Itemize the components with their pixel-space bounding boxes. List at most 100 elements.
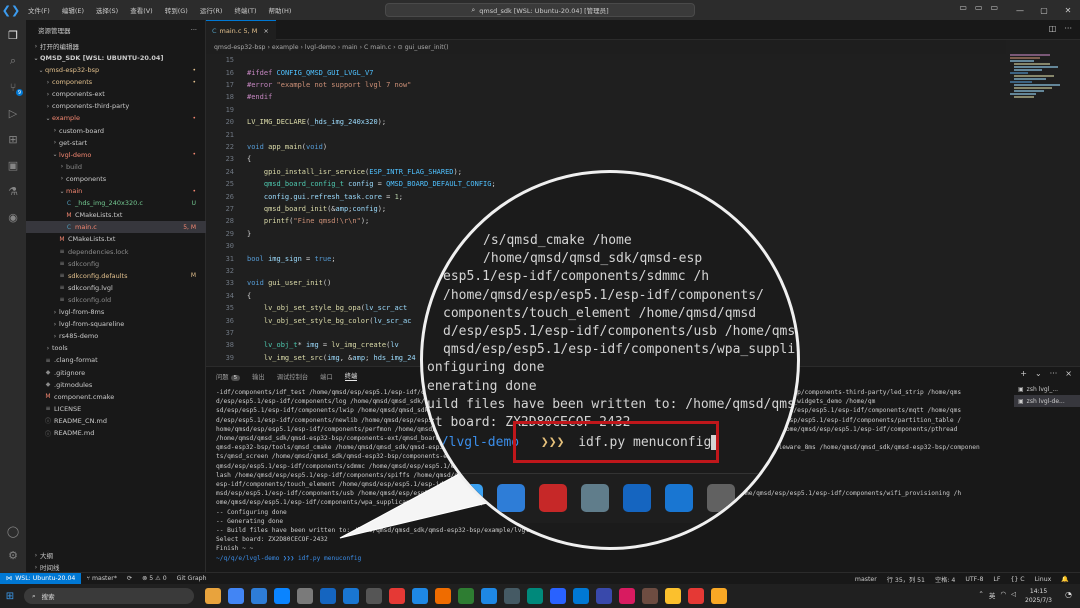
remote-indicator[interactable]: ⋈ WSL: Ubuntu-20.04 — [0, 572, 82, 585]
folder-item[interactable]: › tools — [26, 342, 206, 354]
breadcrumb[interactable]: qmsd-esp32-bsp › example › lvgl-demo › m… — [206, 40, 1006, 54]
menu-item[interactable]: 编辑(E) — [56, 5, 90, 15]
panel-tab[interactable]: 问题 5 — [216, 372, 241, 381]
git-graph-icon[interactable]: ◉ — [4, 208, 22, 226]
source-control-icon[interactable]: ⑂ 9 — [4, 78, 23, 96]
more-actions-icon[interactable]: ··· — [191, 26, 197, 34]
taskbar-app-icon[interactable] — [389, 588, 405, 604]
problems-status[interactable]: ⊗ 5 ⚠ 0 — [137, 575, 172, 582]
taskbar-app-icon[interactable] — [596, 588, 612, 604]
close-icon[interactable]: × — [1065, 369, 1072, 378]
windows-start-icon[interactable]: ⊞ — [0, 584, 20, 608]
taskbar-app-icon[interactable] — [527, 588, 543, 604]
folder-item[interactable]: › components — [26, 173, 206, 185]
chevron-down-icon[interactable]: ⌄ — [1035, 369, 1042, 378]
explorer-icon[interactable]: ❐ — [4, 26, 22, 44]
extensions-icon[interactable]: ⊞ — [4, 130, 22, 148]
taskbar-app-icon[interactable] — [550, 588, 566, 604]
file-item[interactable]: ≡ sdkconfig — [26, 258, 206, 270]
toggle-panel-icon[interactable]: ▭ — [975, 3, 983, 12]
testing-icon[interactable]: ⚗ — [4, 182, 22, 200]
file-item[interactable]: ◆ .gitignore — [26, 367, 206, 379]
folder-item[interactable]: ⌄ main • — [26, 185, 206, 197]
panel-tab[interactable]: 输出 — [252, 372, 265, 381]
new-terminal-icon[interactable]: + — [1020, 369, 1027, 378]
maximize-button[interactable]: ▢ — [1032, 0, 1056, 20]
folder-item[interactable]: › build — [26, 161, 206, 173]
minimize-button[interactable]: — — [1008, 0, 1032, 20]
more-actions-icon[interactable]: ··· — [1064, 24, 1072, 33]
file-item[interactable]: ≡ LICENSE — [26, 403, 206, 415]
workspace-section[interactable]: ⌄ QMSD_SDK [WSL: UBUNTU-20.04] — [26, 52, 206, 64]
taskbar-app-icon[interactable] — [504, 588, 520, 604]
notifications-icon[interactable]: 🔔 — [1056, 575, 1074, 583]
taskbar-app-icon[interactable] — [412, 588, 428, 604]
folder-item[interactable]: › lvgl-from-8ms — [26, 306, 206, 318]
taskbar-app-icon[interactable] — [205, 588, 221, 604]
sync-icon[interactable]: ⟳ — [122, 575, 137, 582]
panel-tab[interactable]: 调试控制台 — [277, 372, 308, 381]
volume-icon[interactable]: ◁ — [1011, 590, 1016, 600]
taskbar-app-icon[interactable] — [366, 588, 382, 604]
folder-item[interactable]: › rs485-demo — [26, 330, 206, 342]
taskbar-app-icon[interactable] — [435, 588, 451, 604]
folder-item[interactable]: › custom-board — [26, 125, 206, 137]
file-item[interactable]: M CMakeLists.txt — [26, 233, 206, 245]
taskbar-app-icon[interactable] — [228, 588, 244, 604]
taskbar-app-icon[interactable] — [642, 588, 658, 604]
file-item[interactable]: ◆ .gitmodules — [26, 379, 206, 391]
menu-item[interactable]: 终端(T) — [228, 5, 262, 15]
file-item[interactable]: M CMakeLists.txt — [26, 209, 206, 221]
menu-item[interactable]: 选择(S) — [90, 5, 124, 15]
folder-item[interactable]: › get-start — [26, 137, 206, 149]
menu-item[interactable]: 帮助(H) — [262, 5, 297, 15]
platform[interactable]: Linux — [1030, 576, 1057, 583]
language-mode[interactable]: {} C — [1005, 576, 1029, 583]
wifi-icon[interactable]: ◠ — [1000, 590, 1006, 600]
split-editor-icon[interactable]: ◫ — [1049, 24, 1057, 33]
file-item[interactable]: ⓘ README_CN.md — [26, 415, 206, 427]
taskbar-app-icon[interactable] — [688, 588, 704, 604]
git-branch[interactable]: ⑂ master* — [81, 575, 122, 582]
menu-item[interactable]: 运行(R) — [194, 5, 229, 15]
run-debug-icon[interactable]: ▷ — [4, 104, 22, 122]
close-window-button[interactable]: ✕ — [1056, 0, 1080, 20]
language-indicator[interactable]: 英 — [989, 590, 996, 600]
clock[interactable]: 14:15 2025/7/3 — [1025, 587, 1052, 605]
command-center-search[interactable]: ⌕ qmsd_sdk [WSL: Ubuntu-20.04] [管理员] — [385, 3, 695, 17]
taskbar-app-icon[interactable] — [274, 588, 290, 604]
taskbar-app-icon[interactable] — [343, 588, 359, 604]
toggle-sidebar-icon[interactable]: ▭ — [959, 3, 967, 12]
file-item[interactable]: ≡ sdkconfig.defaults M — [26, 270, 206, 282]
menu-item[interactable]: 转到(G) — [159, 5, 194, 15]
more-actions-icon[interactable]: ··· — [1050, 369, 1058, 378]
taskbar-app-icon[interactable] — [711, 588, 727, 604]
taskbar-app-icon[interactable] — [297, 588, 313, 604]
file-item[interactable]: ≡ .clang-format — [26, 354, 206, 366]
panel-tab[interactable]: 终端 — [344, 371, 358, 381]
terminal-instance[interactable]: ▣ zsh lvgl-de... — [1014, 395, 1080, 407]
folder-item[interactable]: ⌄ lvgl-demo • — [26, 149, 206, 161]
file-item[interactable]: Mcomponent.cmake — [26, 391, 206, 403]
folder-item[interactable]: › components • — [26, 76, 206, 88]
tab-main-c[interactable]: C main.c 5, M × — [206, 20, 276, 40]
menu-item[interactable]: 文件(F) — [22, 5, 56, 15]
line-ending[interactable]: LF — [988, 576, 1005, 583]
taskbar-app-icon[interactable] — [665, 588, 681, 604]
outline-section[interactable]: › 大纲 — [26, 549, 206, 561]
taskbar-app-icon[interactable] — [251, 588, 267, 604]
encoding[interactable]: UTF-8 — [960, 576, 988, 583]
remote-explorer-icon[interactable]: ▣ — [4, 156, 22, 174]
folder-item[interactable]: ⌄ example • — [26, 112, 206, 124]
notification-center-icon[interactable]: ◔ — [1065, 590, 1072, 599]
indentation[interactable]: 空格: 4 — [930, 575, 960, 584]
taskbar-app-icon[interactable] — [481, 588, 497, 604]
minimap[interactable] — [1006, 40, 1080, 366]
chevron-up-icon[interactable]: ⌃ — [978, 590, 983, 600]
file-item[interactable]: Cmain.c 5, M — [26, 221, 206, 234]
folder-item[interactable]: › components-third-party — [26, 100, 206, 112]
taskbar-app-icon[interactable] — [619, 588, 635, 604]
panel-tab[interactable]: 端口 — [320, 372, 333, 381]
close-icon[interactable]: × — [263, 27, 268, 35]
search-icon[interactable]: ⌕ — [4, 52, 22, 70]
